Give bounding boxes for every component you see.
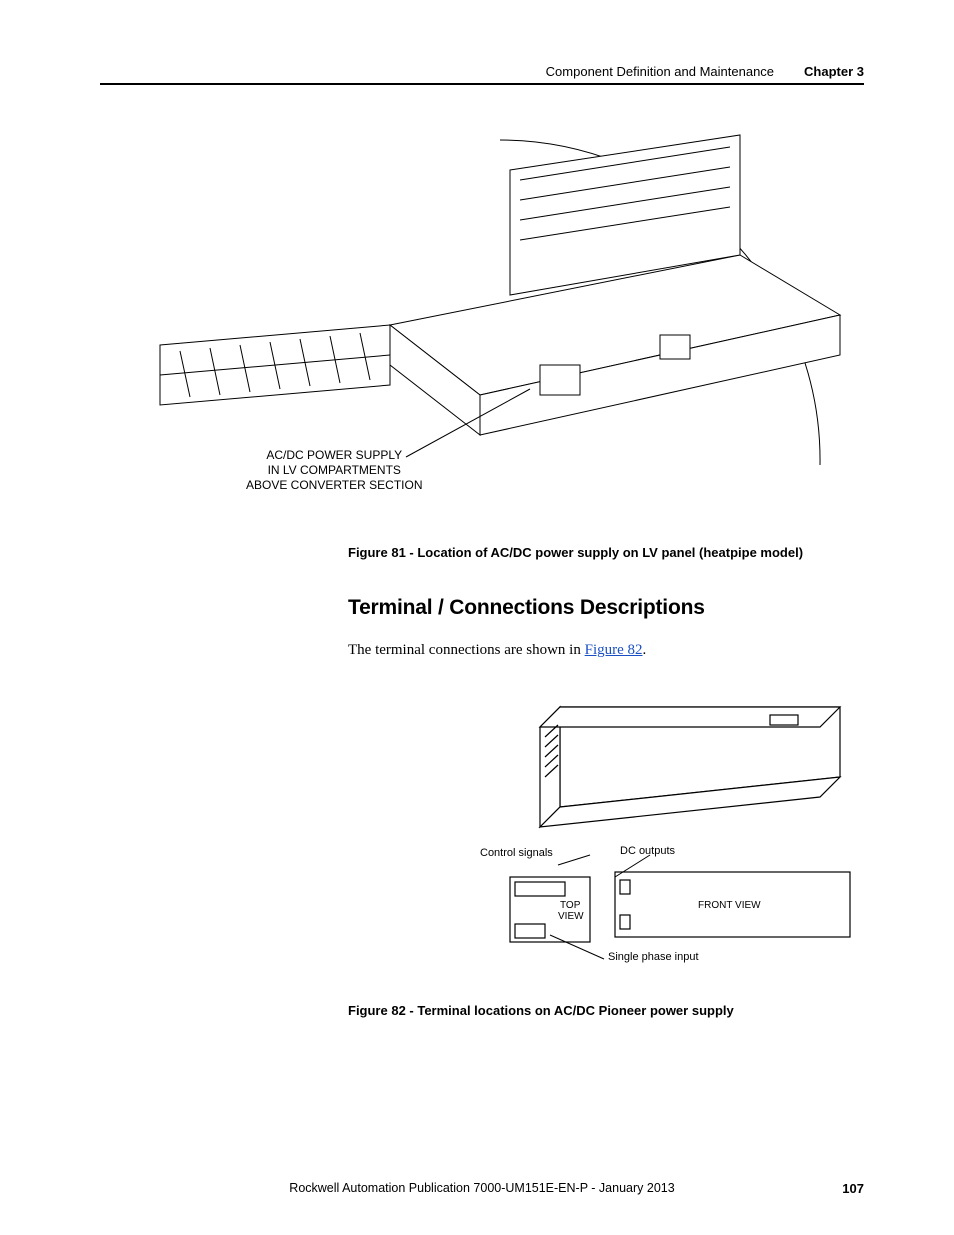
footer-publication: Rockwell Automation Publication 7000-UM1… (289, 1181, 674, 1195)
document-page: Component Definition and Maintenance Cha… (0, 0, 954, 1235)
header-rule (100, 83, 864, 85)
figure-82-container: Control signals DC outputs TOP VIEW FRON… (440, 687, 864, 987)
figure-81-container: AC/DC POWER SUPPLY IN LV COMPARTMENTS AB… (100, 125, 864, 525)
figure-81-diagram (100, 125, 860, 525)
label-view: VIEW (558, 911, 584, 922)
page-footer: Rockwell Automation Publication 7000-UM1… (100, 1181, 864, 1195)
footer-page-number: 107 (842, 1181, 864, 1196)
figure-82-link[interactable]: Figure 82 (585, 642, 643, 658)
callout-line3: ABOVE CONVERTER SECTION (246, 478, 422, 493)
figure-82-diagram (440, 687, 860, 987)
callout-line2: IN LV COMPARTMENTS (246, 463, 422, 478)
body-text-post: . (643, 642, 647, 658)
body-text-pre: The terminal connections are shown in (348, 642, 585, 658)
body-text: The terminal connections are shown in Fi… (348, 642, 864, 659)
label-dc-outputs: DC outputs (620, 845, 675, 857)
header-chapter: Chapter 3 (804, 64, 864, 79)
section-title: Terminal / Connections Descriptions (348, 596, 864, 620)
label-top: TOP (560, 900, 580, 911)
figure-82-caption: Figure 82 - Terminal locations on AC/DC … (348, 1003, 864, 1018)
label-single-phase: Single phase input (608, 951, 699, 963)
header-section-name: Component Definition and Maintenance (546, 64, 774, 79)
figure-81-caption: Figure 81 - Location of AC/DC power supp… (348, 545, 864, 560)
page-header: Component Definition and Maintenance Cha… (100, 64, 864, 79)
label-front-view: FRONT VIEW (698, 900, 761, 911)
label-control-signals: Control signals (480, 847, 553, 859)
figure-81-callout: AC/DC POWER SUPPLY IN LV COMPARTMENTS AB… (246, 448, 422, 493)
callout-line1: AC/DC POWER SUPPLY (246, 448, 422, 463)
